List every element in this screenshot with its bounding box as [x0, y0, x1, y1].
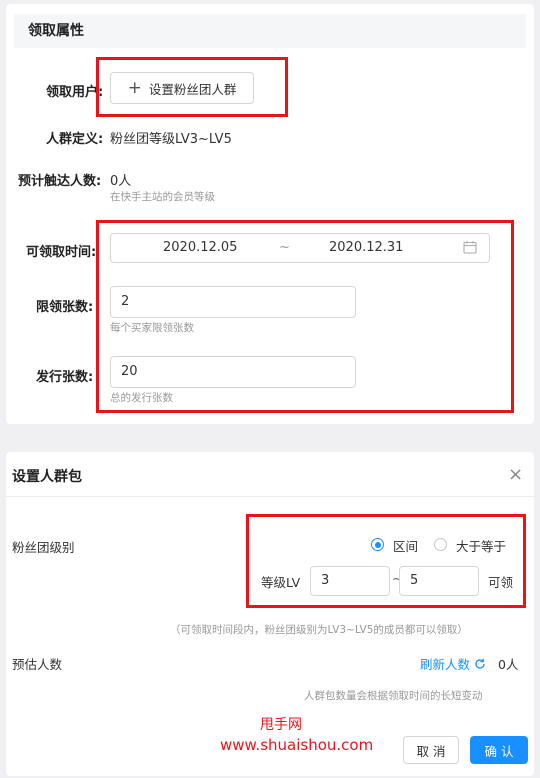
watermark-line2: www.shuaishou.com [220, 736, 374, 754]
close-icon[interactable]: × [508, 464, 523, 485]
estimate-hint: 人群包数量会根据领取时间的长短变动 [304, 690, 483, 702]
highlight-box-fan-level [246, 514, 526, 608]
section-title: 领取属性 [14, 14, 526, 48]
claim-properties-panel: 领取属性 领取用户: + 设置粉丝团人群 人群定义: 粉丝团等级LV3~LV5 … [6, 4, 534, 424]
group-definition-value: 粉丝团等级LV3~LV5 [110, 132, 232, 147]
reach-hint: 在快手主站的会员等级 [110, 191, 215, 203]
highlight-box-claim-settings [96, 220, 514, 413]
highlight-box-add-group [96, 57, 288, 117]
fan-level-label: 粉丝团级别 [12, 540, 75, 555]
issue-label: 发行张数: [36, 370, 94, 385]
claim-time-label: 可领取时间: [26, 245, 97, 260]
refresh-icon [474, 657, 486, 672]
reach-value: 0人 [110, 174, 132, 189]
confirm-button[interactable]: 确 认 [470, 736, 528, 764]
refresh-count-label: 刷新人数 [420, 657, 471, 672]
claim-users-label: 领取用户: [46, 85, 104, 100]
refresh-count-link[interactable]: 刷新人数 [420, 654, 486, 673]
estimate-value: 0人 [498, 657, 519, 672]
dialog-title: 设置人群包 [12, 469, 82, 485]
cancel-button[interactable]: 取 消 [403, 736, 459, 764]
limit-label: 限领张数: [36, 300, 94, 315]
estimate-label: 预估人数 [12, 657, 63, 672]
watermark-line1: 甩手网 [260, 717, 302, 733]
dialog-divider [6, 496, 534, 497]
range-hint: （可领取时间段内，粉丝团级别为LV3~LV5的成员都可以领取） [170, 624, 468, 636]
reach-label: 预计触达人数: [18, 174, 102, 189]
group-definition-label: 人群定义: [46, 132, 104, 147]
